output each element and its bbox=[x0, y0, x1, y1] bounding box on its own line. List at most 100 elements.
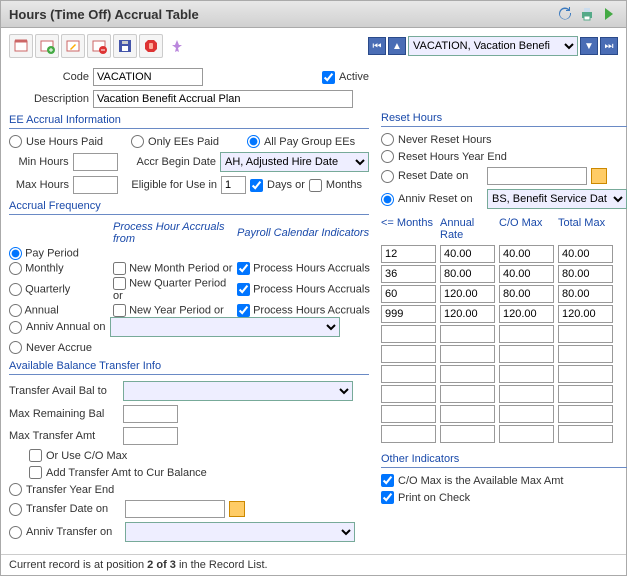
max-transfer-input[interactable] bbox=[123, 427, 178, 445]
quarterly-radio[interactable] bbox=[9, 283, 22, 296]
record-selector[interactable]: VACATION, Vacation Benefi bbox=[408, 36, 578, 56]
new-quarter-checkbox[interactable] bbox=[113, 277, 126, 290]
next-arrow-icon[interactable] bbox=[600, 5, 618, 23]
new-month-checkbox[interactable] bbox=[113, 262, 126, 275]
monthly-radio[interactable] bbox=[9, 262, 22, 275]
or-use-co-checkbox[interactable] bbox=[29, 449, 42, 462]
transfer-to-select[interactable] bbox=[123, 381, 353, 401]
last-record-button[interactable]: ⏭ bbox=[600, 37, 618, 55]
tier-cell-m[interactable] bbox=[381, 425, 436, 443]
stop-icon[interactable] bbox=[139, 34, 163, 58]
calendar-icon[interactable] bbox=[229, 501, 245, 517]
tier-cell-r[interactable] bbox=[440, 265, 495, 283]
tier-cell-r[interactable] bbox=[440, 425, 495, 443]
reset-date-input[interactable] bbox=[487, 167, 587, 185]
use-hours-paid-radio[interactable] bbox=[9, 135, 22, 148]
reset-date-radio[interactable] bbox=[381, 170, 394, 183]
tier-cell-r[interactable] bbox=[440, 325, 495, 343]
first-record-button[interactable]: ⏮ bbox=[368, 37, 386, 55]
tier-cell-r[interactable] bbox=[440, 405, 495, 423]
tier-cell-t[interactable] bbox=[558, 285, 613, 303]
add-icon[interactable] bbox=[35, 34, 59, 58]
new-year-checkbox[interactable] bbox=[113, 304, 126, 317]
tier-cell-c[interactable] bbox=[499, 305, 554, 323]
code-input[interactable] bbox=[93, 68, 203, 86]
anniv-annual-radio[interactable] bbox=[9, 321, 22, 334]
anniv-transfer-select[interactable] bbox=[125, 522, 355, 542]
tier-cell-c[interactable] bbox=[499, 245, 554, 263]
annual-radio[interactable] bbox=[9, 304, 22, 317]
all-paygroup-radio[interactable] bbox=[247, 135, 260, 148]
tier-cell-c[interactable] bbox=[499, 385, 554, 403]
desc-input[interactable] bbox=[93, 90, 353, 108]
calendar-icon-2[interactable] bbox=[591, 168, 607, 184]
new-icon[interactable] bbox=[9, 34, 33, 58]
pay-period-radio[interactable] bbox=[9, 247, 22, 260]
tier-cell-r[interactable] bbox=[440, 365, 495, 383]
max-remain-input[interactable] bbox=[123, 405, 178, 423]
prev-record-button[interactable]: ▲ bbox=[388, 37, 406, 55]
months-checkbox[interactable] bbox=[309, 179, 322, 192]
tier-cell-t[interactable] bbox=[558, 365, 613, 383]
pin-icon[interactable] bbox=[165, 34, 189, 58]
tier-cell-t[interactable] bbox=[558, 425, 613, 443]
accr-begin-date-select[interactable]: AH, Adjusted Hire Date bbox=[220, 152, 369, 172]
tier-cell-r[interactable] bbox=[440, 285, 495, 303]
refresh-icon[interactable] bbox=[556, 5, 574, 23]
max-hours-input[interactable] bbox=[73, 176, 118, 194]
print-icon[interactable] bbox=[578, 5, 596, 23]
tier-cell-t[interactable] bbox=[558, 305, 613, 323]
tier-cell-c[interactable] bbox=[499, 425, 554, 443]
add-to-bal-checkbox[interactable] bbox=[29, 466, 42, 479]
proc-hours-1-checkbox[interactable] bbox=[237, 262, 250, 275]
tier-cell-t[interactable] bbox=[558, 405, 613, 423]
tier-cell-c[interactable] bbox=[499, 345, 554, 363]
never-accrue-radio[interactable] bbox=[9, 341, 22, 354]
tier-cell-r[interactable] bbox=[440, 245, 495, 263]
edit-icon[interactable] bbox=[61, 34, 85, 58]
transfer-date-radio[interactable] bbox=[9, 503, 22, 516]
tier-cell-m[interactable] bbox=[381, 285, 436, 303]
tier-cell-t[interactable] bbox=[558, 325, 613, 343]
tier-cell-c[interactable] bbox=[499, 325, 554, 343]
tier-cell-t[interactable] bbox=[558, 245, 613, 263]
delete-icon[interactable] bbox=[87, 34, 111, 58]
tier-cell-c[interactable] bbox=[499, 405, 554, 423]
proc-hours-3-checkbox[interactable] bbox=[237, 304, 250, 317]
anniv-annual-select[interactable] bbox=[110, 317, 340, 337]
tier-cell-c[interactable] bbox=[499, 365, 554, 383]
tier-cell-c[interactable] bbox=[499, 285, 554, 303]
transfer-date-input[interactable] bbox=[125, 500, 225, 518]
tier-cell-t[interactable] bbox=[558, 385, 613, 403]
tier-cell-m[interactable] bbox=[381, 405, 436, 423]
next-record-button[interactable]: ▼ bbox=[580, 37, 598, 55]
tier-cell-t[interactable] bbox=[558, 265, 613, 283]
days-checkbox[interactable] bbox=[250, 179, 263, 192]
tier-cell-m[interactable] bbox=[381, 385, 436, 403]
anniv-reset-select[interactable]: BS, Benefit Service Dat bbox=[487, 189, 627, 209]
tier-cell-m[interactable] bbox=[381, 365, 436, 383]
tier-cell-m[interactable] bbox=[381, 345, 436, 363]
eligible-input[interactable] bbox=[221, 176, 246, 194]
print-check-checkbox[interactable] bbox=[381, 491, 394, 504]
transfer-year-end-radio[interactable] bbox=[9, 483, 22, 496]
co-max-avail-checkbox[interactable] bbox=[381, 474, 394, 487]
never-reset-radio[interactable] bbox=[381, 133, 394, 146]
proc-hours-2-checkbox[interactable] bbox=[237, 283, 250, 296]
tier-cell-m[interactable] bbox=[381, 305, 436, 323]
active-checkbox[interactable] bbox=[322, 71, 335, 84]
tier-cell-c[interactable] bbox=[499, 265, 554, 283]
save-icon[interactable] bbox=[113, 34, 137, 58]
tier-cell-t[interactable] bbox=[558, 345, 613, 363]
tier-cell-m[interactable] bbox=[381, 325, 436, 343]
only-ees-paid-radio[interactable] bbox=[131, 135, 144, 148]
min-hours-input[interactable] bbox=[73, 153, 118, 171]
tier-cell-r[interactable] bbox=[440, 305, 495, 323]
tier-cell-m[interactable] bbox=[381, 265, 436, 283]
anniv-reset-radio[interactable] bbox=[381, 193, 394, 206]
tier-cell-m[interactable] bbox=[381, 245, 436, 263]
anniv-transfer-radio[interactable] bbox=[9, 526, 22, 539]
tier-cell-r[interactable] bbox=[440, 345, 495, 363]
tier-cell-r[interactable] bbox=[440, 385, 495, 403]
reset-year-end-radio[interactable] bbox=[381, 150, 394, 163]
